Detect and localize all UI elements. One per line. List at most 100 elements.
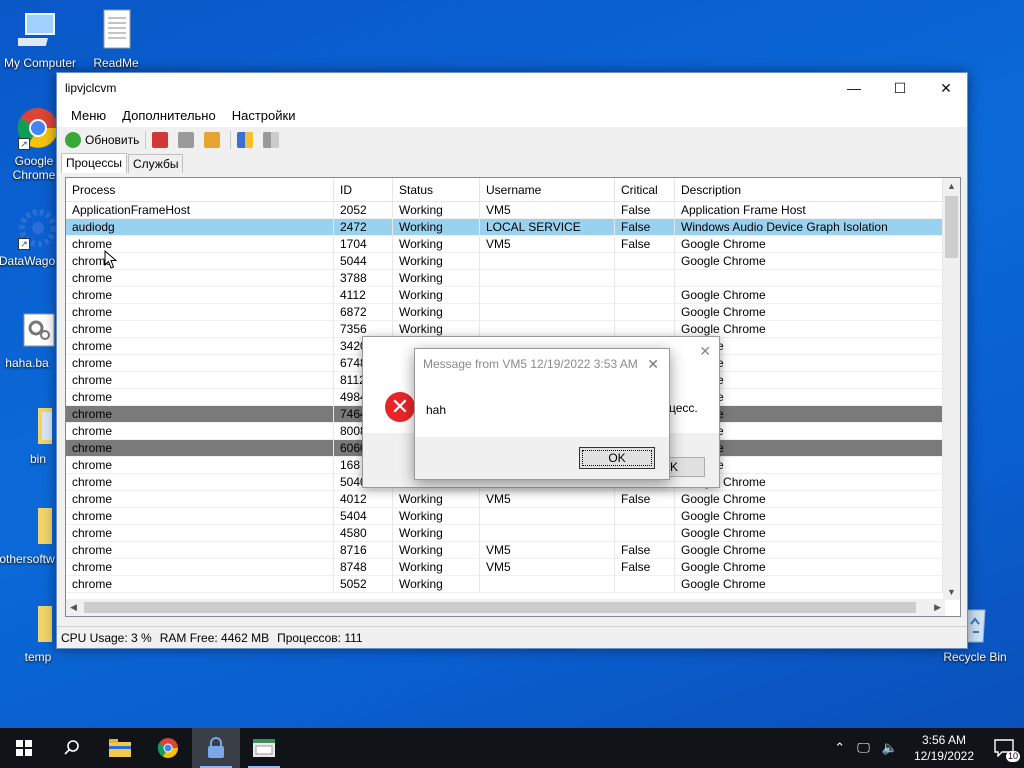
maximize-button[interactable]: ☐: [877, 73, 923, 103]
shield-button-1[interactable]: [237, 132, 257, 148]
desktop-icon-label: My Computer: [3, 56, 77, 70]
shield-icon: [237, 132, 254, 148]
table-row[interactable]: ApplicationFrameHost 2052 Working VM5 False A…: [66, 202, 960, 219]
tab-processes[interactable]: Процессы: [61, 153, 128, 173]
cell-critical: [615, 253, 675, 270]
kill-process-button[interactable]: [152, 132, 172, 148]
chrome-icon: ↗: [16, 106, 60, 150]
cell-username: [480, 508, 615, 525]
cell-process: chrome: [66, 525, 334, 542]
scroll-left-icon[interactable]: ◀: [70, 602, 77, 613]
cell-status: Working: [393, 491, 480, 508]
cell-id: 8716: [334, 542, 393, 559]
cell-critical: [615, 576, 675, 593]
table-row[interactable]: chrome 6872 Working Google Chrome: [66, 304, 960, 321]
scroll-up-icon[interactable]: ▲: [947, 181, 956, 191]
taskbar-lock-app[interactable]: [192, 728, 240, 768]
cell-process: chrome: [66, 559, 334, 576]
tab-strip: Процессы Службы: [57, 153, 967, 173]
close-icon[interactable]: ✕: [699, 343, 711, 360]
scroll-down-icon[interactable]: ▼: [947, 587, 956, 597]
menu-item-additional[interactable]: Дополнительно: [114, 108, 224, 123]
refresh-button[interactable]: Обновить: [65, 132, 139, 148]
vertical-scrollbar[interactable]: ▲ ▼: [943, 178, 960, 600]
cell-status: Working: [393, 202, 480, 219]
vertical-scroll-thumb[interactable]: [945, 196, 958, 258]
column-header-process[interactable]: Process: [66, 178, 334, 202]
taskbar-chrome[interactable]: [144, 728, 192, 768]
column-header-username[interactable]: Username: [480, 178, 615, 202]
close-icon[interactable]: ✕: [647, 349, 659, 379]
cell-critical: [615, 304, 675, 321]
cell-process: chrome: [66, 576, 334, 593]
start-button[interactable]: [0, 728, 48, 768]
column-header-critical[interactable]: Critical: [615, 178, 675, 202]
search-button[interactable]: [48, 728, 96, 768]
windows-logo-icon: [16, 740, 32, 756]
table-row[interactable]: chrome 5044 Working Google Chrome: [66, 253, 960, 270]
shield-button-2[interactable]: [263, 132, 283, 148]
cell-process: chrome: [66, 542, 334, 559]
cell-username: [480, 270, 615, 287]
taskbar-file-explorer[interactable]: [96, 728, 144, 768]
table-row[interactable]: chrome 8748 Working VM5 False Google Chrome: [66, 559, 960, 576]
table-row[interactable]: audiodg 2472 Working LOCAL SERVICE False Wind…: [66, 219, 960, 236]
cell-description: Google Chrome: [675, 542, 943, 559]
cell-username: VM5: [480, 559, 615, 576]
minimize-button[interactable]: —: [831, 73, 877, 103]
title-bar[interactable]: lipvjclcvm — ☐ ✕: [57, 73, 967, 103]
horizontal-scrollbar[interactable]: ◀ ▶: [66, 599, 945, 616]
cell-description: Application Frame Host: [675, 202, 943, 219]
cell-id: 5052: [334, 576, 393, 593]
chevron-up-icon[interactable]: ⌃: [834, 740, 845, 756]
cell-process: chrome: [66, 321, 334, 338]
cell-description: Windows Audio Device Graph Isolation: [675, 219, 943, 236]
desktop-icon-readme[interactable]: ReadMe: [76, 8, 156, 70]
restart-button[interactable]: [204, 132, 224, 148]
cell-username: VM5: [480, 236, 615, 253]
suspend-button[interactable]: [178, 132, 198, 148]
folder-icon: [16, 404, 60, 448]
table-row[interactable]: chrome 3788 Working: [66, 270, 960, 287]
menu-item-menu[interactable]: Меню: [63, 108, 114, 123]
notification-button[interactable]: 10: [984, 728, 1024, 768]
desktop-icon-label: DataWago: [0, 254, 56, 268]
process-count: Процессов: 111: [277, 631, 363, 645]
toolbar-separator: [145, 131, 147, 149]
column-header-description[interactable]: Description: [675, 178, 943, 202]
cell-critical: False: [615, 542, 675, 559]
batch-file-icon: [16, 308, 60, 352]
clock[interactable]: 3:56 AM 12/19/2022: [914, 732, 974, 764]
taskbar-process-manager[interactable]: [240, 728, 288, 768]
table-row[interactable]: chrome 5404 Working Google Chrome: [66, 508, 960, 525]
horizontal-scroll-thumb[interactable]: [84, 602, 916, 613]
column-header-status[interactable]: Status: [393, 178, 480, 202]
system-tray: ⌃ 🖵 🔈 3:56 AM 12/19/2022 10: [828, 728, 1024, 768]
cell-description: Google Chrome: [675, 253, 943, 270]
message-dialog-title[interactable]: Message from VM5 12/19/2022 3:53 AM ✕: [415, 349, 669, 379]
desktop-icon-my-computer[interactable]: My Computer: [0, 8, 80, 70]
cell-username: VM5: [480, 491, 615, 508]
menu-item-settings[interactable]: Настройки: [224, 108, 304, 123]
table-row[interactable]: chrome 4580 Working Google Chrome: [66, 525, 960, 542]
cell-description: Google Chrome: [675, 576, 943, 593]
tab-services[interactable]: Службы: [128, 154, 184, 173]
table-row[interactable]: chrome 1704 Working VM5 False Google Chrome: [66, 236, 960, 253]
status-bar: CPU Usage: 3 % RAM Free: 4462 MB Процесс…: [57, 626, 967, 648]
cell-process: chrome: [66, 355, 334, 372]
cell-id: 6872: [334, 304, 393, 321]
table-row[interactable]: chrome 8716 Working VM5 False Google Chrome: [66, 542, 960, 559]
scroll-right-icon[interactable]: ▶: [934, 602, 941, 613]
cell-username: [480, 576, 615, 593]
volume-icon[interactable]: 🔈: [882, 740, 898, 756]
network-icon[interactable]: 🖵: [857, 740, 870, 756]
table-row[interactable]: chrome 4112 Working Google Chrome: [66, 287, 960, 304]
error-icon: ✕: [385, 392, 415, 422]
column-header-id[interactable]: ID: [334, 178, 393, 202]
table-row[interactable]: chrome 4012 Working VM5 False Google Chrome: [66, 491, 960, 508]
taskbar: ⌃ 🖵 🔈 3:56 AM 12/19/2022 10: [0, 728, 1024, 768]
table-row[interactable]: chrome 5052 Working Google Chrome: [66, 576, 960, 593]
desktop-icon-label: temp: [24, 650, 52, 664]
close-button[interactable]: ✕: [923, 73, 969, 103]
ok-button[interactable]: OK: [579, 447, 655, 469]
